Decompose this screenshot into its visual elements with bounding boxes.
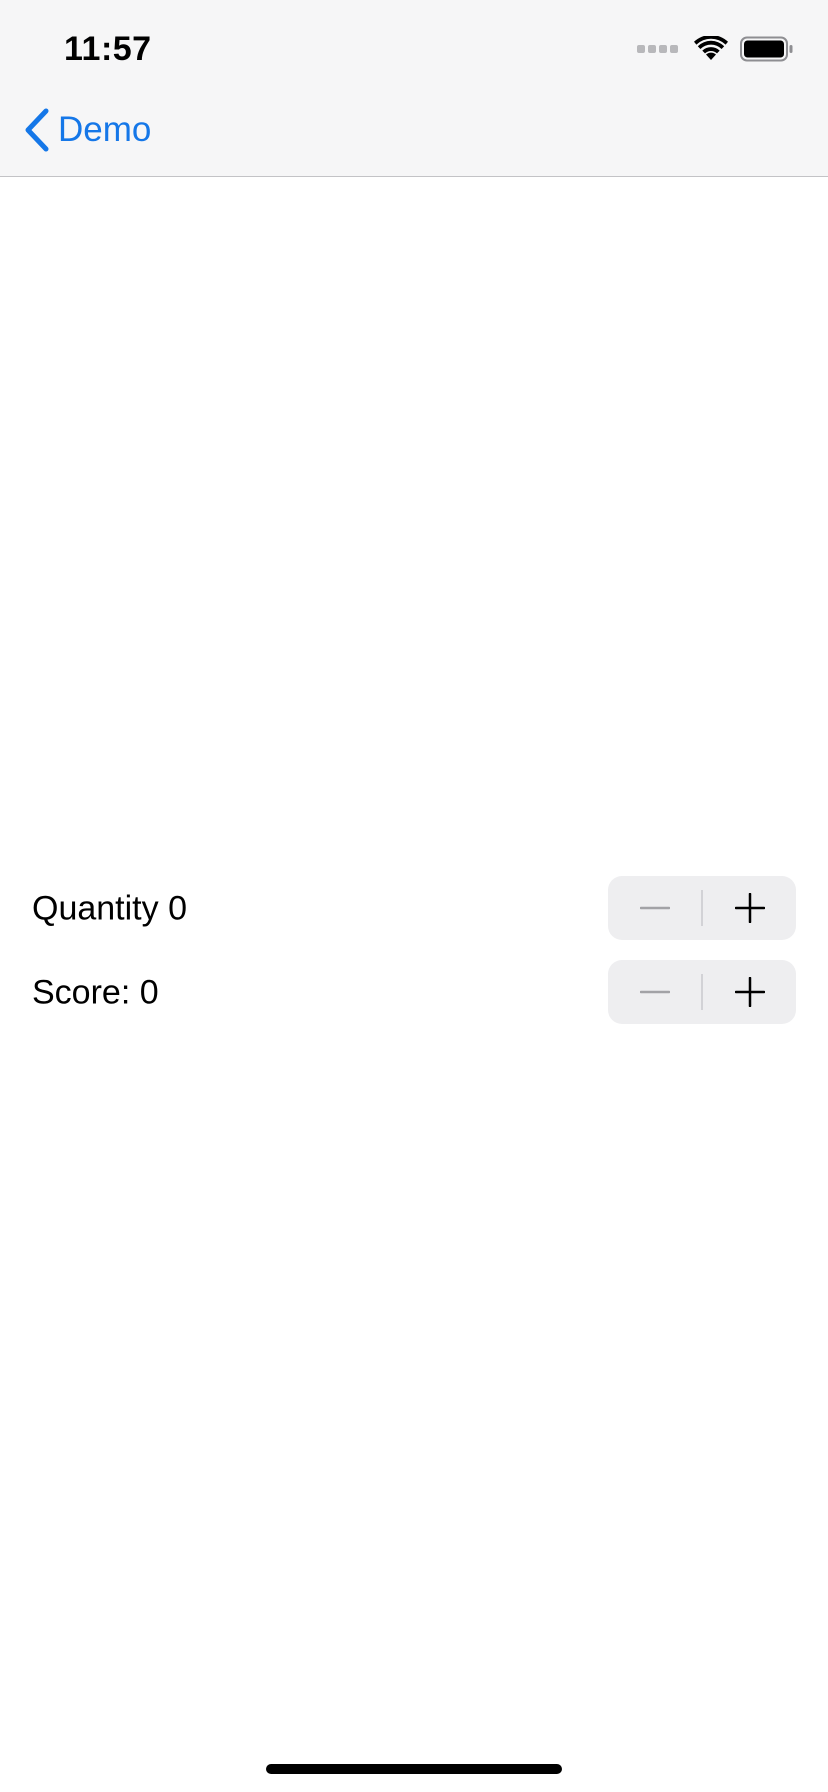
score-stepper — [608, 960, 796, 1024]
wifi-icon — [694, 36, 728, 60]
score-increment-button[interactable] — [703, 960, 796, 1024]
quantity-label: Quantity 0 — [32, 889, 187, 928]
status-icons — [637, 36, 794, 62]
score-decrement-button[interactable] — [608, 960, 701, 1024]
quantity-row: Quantity 0 — [0, 876, 828, 942]
score-row: Score: 0 — [0, 960, 828, 1026]
back-button[interactable]: Demo — [24, 108, 151, 152]
score-label: Score: 0 — [32, 973, 159, 1012]
home-indicator[interactable] — [266, 1764, 562, 1774]
minus-icon — [639, 990, 670, 994]
app-screen: 11:57 Demo Quantity 0 Score: 0 — [0, 0, 828, 1792]
back-button-label: Demo — [58, 110, 152, 149]
signal-dots-icon — [637, 45, 678, 53]
quantity-decrement-button[interactable] — [608, 876, 701, 940]
plus-icon — [734, 893, 765, 923]
navigation-bar: 11:57 Demo — [0, 0, 828, 177]
status-time: 11:57 — [64, 30, 152, 68]
chevron-left-icon — [25, 108, 49, 152]
battery-icon — [740, 36, 793, 62]
plus-icon — [734, 977, 765, 1007]
quantity-stepper — [608, 876, 796, 940]
minus-icon — [639, 906, 670, 910]
quantity-increment-button[interactable] — [703, 876, 796, 940]
